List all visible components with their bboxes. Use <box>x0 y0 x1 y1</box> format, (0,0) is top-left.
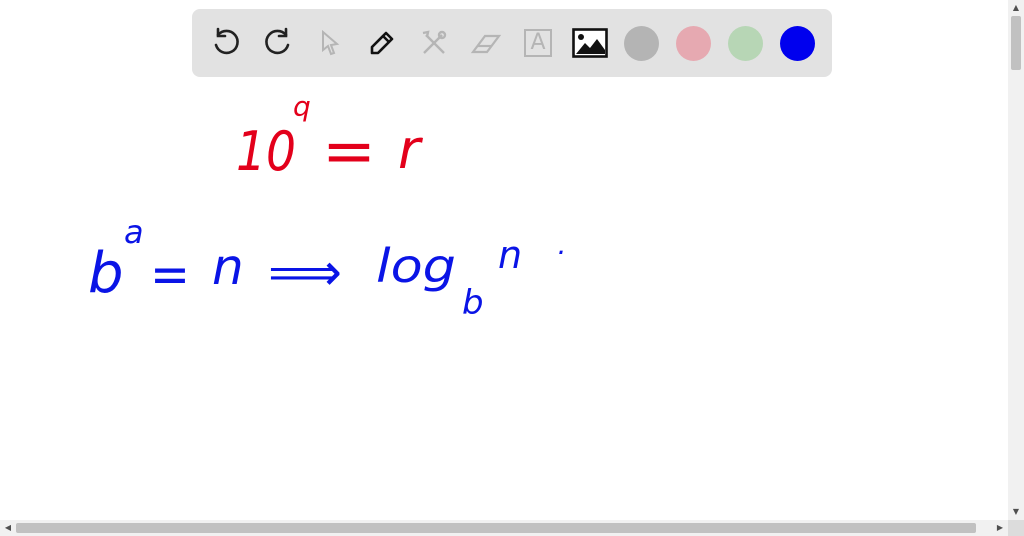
blue-result: n <box>212 238 244 296</box>
pen-icon <box>370 31 394 55</box>
blue-equals: = <box>150 245 190 305</box>
undo-button[interactable] <box>208 25 244 61</box>
text-icon: A <box>524 29 552 57</box>
scroll-down-arrow[interactable]: ▼ <box>1008 504 1024 520</box>
red-base: 10 <box>236 120 296 183</box>
image-button[interactable] <box>572 25 608 61</box>
red-exponent: q <box>293 90 311 123</box>
trailing-dot: · <box>556 236 565 269</box>
tools-button[interactable] <box>416 25 452 61</box>
tools-icon <box>422 30 447 54</box>
blue-base: b <box>88 241 124 306</box>
horizontal-scrollbar[interactable]: ◀ ▶ <box>0 520 1008 536</box>
drawing-toolbar: A <box>192 9 832 77</box>
text-button[interactable]: A <box>520 25 556 61</box>
select-button[interactable] <box>312 25 348 61</box>
whiteboard-canvas[interactable]: 10 q = r b a = n ⟹ log b n · <box>0 0 1008 520</box>
redo-button[interactable] <box>260 25 296 61</box>
log-base: b <box>462 283 484 323</box>
vertical-scrollbar[interactable]: ▲ ▼ <box>1008 0 1024 520</box>
horizontal-scroll-thumb[interactable] <box>16 523 976 533</box>
color-swatch-pink[interactable] <box>676 26 711 61</box>
pen-button[interactable] <box>364 25 400 61</box>
color-swatch-blue[interactable] <box>780 26 815 61</box>
red-equals: = <box>322 114 376 187</box>
color-swatch-green[interactable] <box>728 26 763 61</box>
log-argument: n <box>498 233 522 277</box>
scroll-up-arrow[interactable]: ▲ <box>1008 0 1024 16</box>
redo-icon <box>265 27 290 55</box>
scroll-right-arrow[interactable]: ▶ <box>992 520 1008 536</box>
red-result: r <box>398 118 423 181</box>
undo-icon <box>214 27 239 55</box>
eraser-button[interactable] <box>468 25 504 61</box>
scroll-left-arrow[interactable]: ◀ <box>0 520 16 536</box>
scrollbar-corner <box>1008 520 1024 536</box>
handwriting-layer: 10 q = r b a = n ⟹ log b n · <box>88 90 565 323</box>
vertical-scroll-thumb[interactable] <box>1011 16 1021 70</box>
select-pointer-icon <box>322 29 340 56</box>
implies-arrow: ⟹ <box>268 243 342 303</box>
eraser-icon <box>470 34 502 54</box>
color-swatch-gray[interactable] <box>624 26 659 61</box>
blue-exponent: a <box>124 213 144 251</box>
log-text: log <box>376 239 456 293</box>
image-icon <box>572 28 608 58</box>
